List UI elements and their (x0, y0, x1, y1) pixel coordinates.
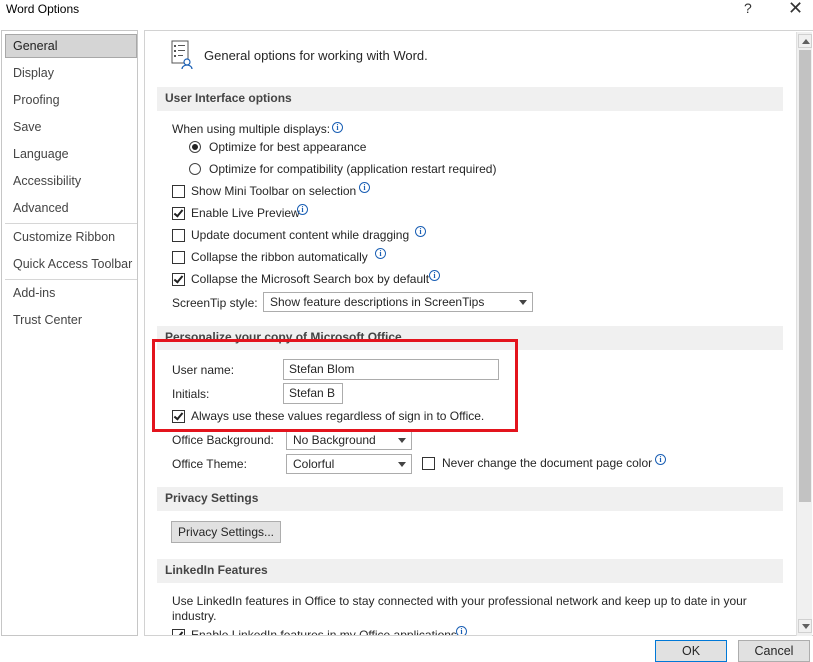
nav-item-accessibility[interactable]: Accessibility (13, 174, 81, 188)
multiple-displays-label: When using multiple displays: (172, 122, 331, 136)
nav-item-save[interactable]: Save (13, 120, 42, 134)
section-header-linkedin: LinkedIn Features (157, 559, 783, 583)
checkbox-update-dragging[interactable] (172, 229, 185, 242)
highlight-box (152, 339, 518, 432)
scroll-thumb[interactable] (799, 50, 811, 502)
nav-divider (5, 223, 137, 224)
page-heading: General options for working with Word. (204, 48, 428, 63)
checkmark-icon (173, 273, 184, 284)
info-icon: i (332, 122, 343, 133)
nav-item-add-ins[interactable]: Add-ins (13, 286, 55, 300)
screentip-style-select[interactable]: Show feature descriptions in ScreenTips (263, 292, 533, 312)
general-options-panel: General options for working with Word. U… (144, 30, 813, 636)
chevron-down-icon (802, 624, 810, 629)
chevron-down-icon (398, 462, 406, 467)
section-header-privacy: Privacy Settings (157, 487, 783, 511)
scroll-up-button[interactable] (798, 34, 812, 48)
chevron-down-icon (398, 438, 406, 443)
privacy-settings-button[interactable]: Privacy Settings... (171, 521, 281, 543)
collapse-search-label: Collapse the Microsoft Search box by def… (191, 272, 430, 286)
cancel-button[interactable]: Cancel (738, 640, 810, 662)
info-icon: i (456, 626, 467, 635)
close-button[interactable]: ✕ (788, 0, 803, 19)
info-icon: i (297, 204, 308, 215)
section-header-ui: User Interface options (157, 87, 783, 111)
nav-item-trust-center[interactable]: Trust Center (13, 313, 82, 327)
live-preview-label: Enable Live Preview (191, 206, 300, 220)
checkbox-never-change-page-color[interactable] (422, 457, 435, 470)
office-background-label: Office Background: (172, 433, 274, 447)
nav-item-language[interactable]: Language (13, 147, 69, 161)
scroll-down-button[interactable] (798, 619, 812, 633)
chevron-down-icon (519, 300, 527, 305)
category-nav: General Display Proofing Save Language A… (1, 30, 138, 636)
info-icon: i (375, 248, 386, 259)
checkbox-linkedin-enable[interactable] (172, 629, 185, 635)
nav-item-general[interactable]: General (13, 39, 57, 53)
vertical-scrollbar[interactable] (796, 32, 812, 636)
office-background-value: No Background (293, 433, 376, 447)
nav-item-advanced[interactable]: Advanced (13, 201, 69, 215)
checkbox-collapse-ribbon[interactable] (172, 251, 185, 264)
radio-best-appearance[interactable] (189, 141, 201, 153)
office-background-select[interactable]: No Background (286, 430, 412, 450)
nav-item-quick-access-toolbar[interactable]: Quick Access Toolbar (13, 257, 132, 271)
checkbox-live-preview[interactable] (172, 207, 185, 220)
title-bar: Word Options ? ✕ (0, 0, 813, 28)
nav-item-display[interactable]: Display (13, 66, 54, 80)
options-list-icon (171, 40, 193, 70)
chevron-up-icon (802, 39, 810, 44)
nav-item-proofing[interactable]: Proofing (13, 93, 60, 107)
screentip-label: ScreenTip style: (172, 296, 258, 310)
checkbox-collapse-search[interactable] (172, 273, 185, 286)
linkedin-enable-label: Enable LinkedIn features in my Office ap… (191, 628, 457, 636)
collapse-ribbon-label: Collapse the ribbon automatically (191, 250, 368, 264)
linkedin-description: Use LinkedIn features in Office to stay … (172, 594, 747, 623)
nav-divider (5, 279, 137, 280)
radio-best-appearance-label: Optimize for best appearance (209, 140, 367, 154)
checkbox-mini-toolbar[interactable] (172, 185, 185, 198)
office-theme-label: Office Theme: (172, 457, 247, 471)
radio-dot (192, 144, 198, 150)
info-icon: i (429, 270, 440, 281)
radio-compatibility[interactable] (189, 163, 201, 175)
nav-item-customize-ribbon[interactable]: Customize Ribbon (13, 230, 115, 244)
mini-toolbar-label: Show Mini Toolbar on selection (191, 184, 357, 198)
never-change-page-color-label: Never change the document page color (442, 456, 653, 470)
info-icon: i (415, 226, 426, 237)
office-theme-value: Colorful (293, 457, 335, 471)
update-dragging-label: Update document content while dragging (191, 228, 410, 242)
window-title: Word Options (6, 2, 80, 16)
ok-button[interactable]: OK (655, 640, 727, 662)
radio-compatibility-label: Optimize for compatibility (application … (209, 162, 497, 176)
help-button[interactable]: ? (744, 0, 752, 16)
checkmark-icon (173, 629, 184, 635)
checkmark-icon (173, 207, 184, 218)
office-theme-select[interactable]: Colorful (286, 454, 412, 474)
info-icon: i (655, 454, 666, 465)
info-icon: i (359, 182, 370, 193)
screentip-style-value: Show feature descriptions in ScreenTips (270, 295, 485, 309)
